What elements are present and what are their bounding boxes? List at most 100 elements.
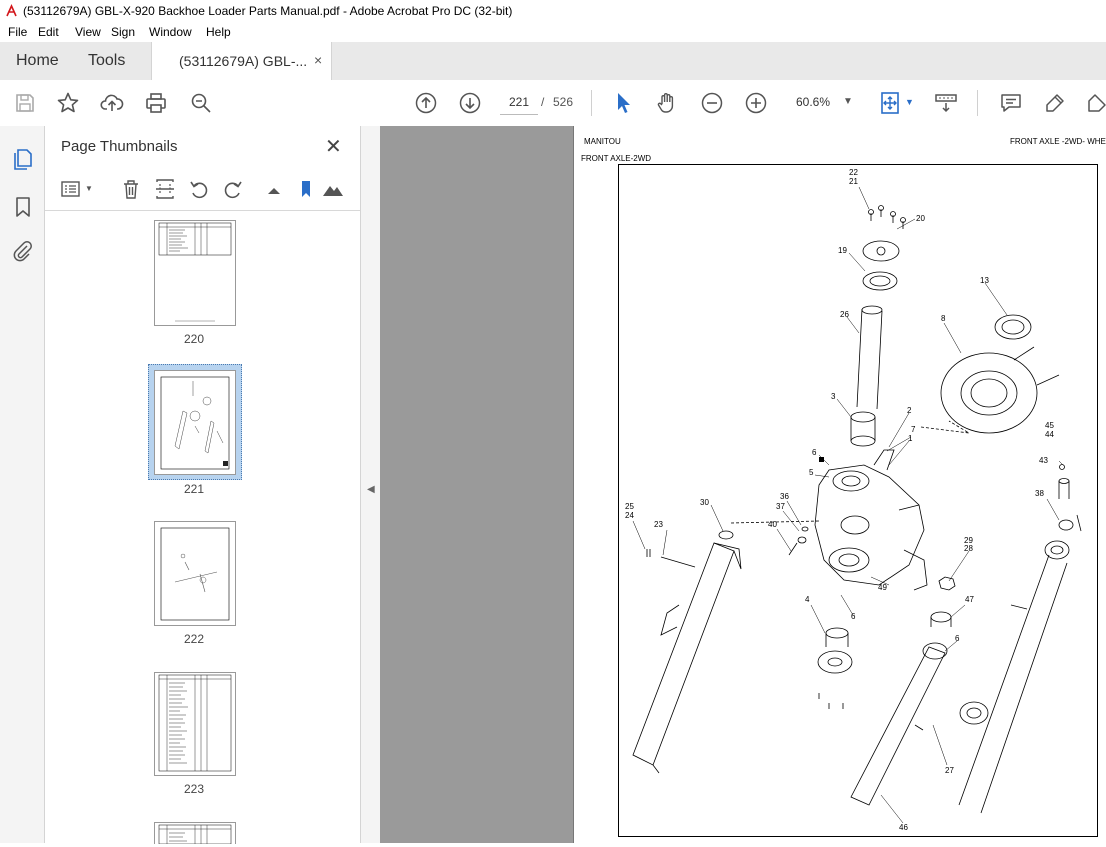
callout-label: 7 [911, 425, 916, 434]
callout-label: 26 [840, 310, 849, 319]
exploded-parts-diagram: 22 21 20 19 13 26 8 3 2 7 1 6 5 45 44 43… [625, 168, 1082, 832]
fit-page-icon[interactable] [879, 91, 903, 115]
callout-label: 49 [878, 583, 887, 592]
tab-close-icon[interactable]: × [314, 52, 322, 68]
rotate-right-icon[interactable] [222, 178, 244, 200]
zoom-search-icon[interactable] [189, 91, 213, 115]
smaller-thumbnails-icon[interactable] [263, 178, 285, 200]
page-total: 526 [553, 95, 574, 109]
callout-label: 43 [1039, 456, 1048, 465]
callout-label: 2 [907, 406, 912, 415]
collapse-panel-icon[interactable]: ◀ [367, 484, 375, 495]
thumbnail-page-221[interactable] [154, 370, 236, 475]
bookmarks-icon[interactable] [14, 196, 32, 218]
menu-bar: File Edit View Sign Window Help [0, 22, 1106, 42]
page-thumbnails-icon[interactable] [12, 148, 34, 170]
thumbnail-label: 221 [183, 482, 205, 496]
toolbar-divider [977, 90, 978, 116]
print-icon[interactable] [144, 91, 168, 115]
page-separator: / [541, 95, 545, 109]
page-down-icon[interactable] [458, 91, 482, 115]
thumbnail-page-223[interactable] [154, 672, 236, 776]
hand-icon[interactable] [655, 91, 679, 115]
thumbnail-page-220[interactable] [154, 220, 236, 326]
fit-page-chevron-icon[interactable]: ▼ [905, 97, 914, 107]
bookmark-flag-icon[interactable] [295, 178, 317, 200]
larger-thumbnails-icon[interactable] [322, 178, 344, 200]
page-number-input[interactable]: 221 [500, 90, 538, 115]
page-up-icon[interactable] [414, 91, 438, 115]
zoom-value: 60.6% [796, 95, 831, 109]
menu-view[interactable]: View [75, 25, 101, 39]
menu-file[interactable]: File [8, 25, 27, 39]
panel-splitter[interactable]: ◀ [360, 126, 381, 843]
toolbar-divider [591, 90, 592, 116]
panel-title: Page Thumbnails [61, 138, 178, 155]
tab-tools[interactable]: Tools [88, 52, 125, 70]
page-header-right: FRONT AXLE -2WD- WHE [1010, 137, 1106, 146]
zoom-in-icon[interactable] [744, 91, 768, 115]
thumbnail-page-222[interactable] [154, 521, 236, 626]
callout-label: 36 [780, 492, 789, 501]
select-cursor-icon[interactable] [612, 91, 636, 115]
callout-label: 4 [805, 595, 810, 604]
options-chevron-icon[interactable]: ▼ [85, 184, 93, 193]
tab-document[interactable]: (53112679A) GBL-... × [151, 42, 332, 80]
tab-document-label: (53112679A) GBL-... [179, 53, 308, 69]
save-icon[interactable] [13, 91, 37, 115]
attachments-paperclip-icon[interactable] [12, 240, 34, 262]
callout-label: 25 [625, 502, 634, 511]
page-header-left: MANITOU [584, 137, 621, 146]
drawing-frame: 22 21 20 19 13 26 8 3 2 7 1 6 5 45 44 43… [618, 164, 1098, 837]
comment-icon[interactable] [999, 91, 1023, 115]
callout-label: 3 [831, 392, 836, 401]
callout-label: 30 [700, 498, 709, 507]
menu-edit[interactable]: Edit [38, 25, 59, 39]
tab-home[interactable]: Home [16, 52, 59, 70]
callout-label: 1 [908, 434, 913, 443]
highlight-pen-icon[interactable] [1043, 91, 1067, 115]
rotate-left-icon[interactable] [188, 178, 210, 200]
menu-window[interactable]: Window [149, 25, 192, 39]
sign-pen-icon[interactable] [1085, 91, 1106, 115]
callout-label: 37 [776, 502, 785, 511]
title-bar: (53112679A) GBL-X-920 Backhoe Loader Par… [0, 0, 1106, 22]
page-221-preview [160, 376, 230, 470]
page-223-preview [158, 674, 232, 772]
chevron-down-icon: ▼ [843, 96, 853, 107]
menu-help[interactable]: Help [206, 25, 231, 39]
scroll-mode-icon[interactable] [934, 91, 958, 115]
page-thumbnails-panel: Page Thumbnails ✕ ▼ 220 221 222 223 [45, 126, 399, 845]
callout-label: 28 [964, 544, 973, 553]
page-220-preview [158, 222, 232, 322]
page-next-preview [158, 824, 232, 845]
callout-label: 40 [768, 520, 777, 529]
callout-label: 44 [1045, 430, 1054, 439]
thumbnail-label: 223 [183, 782, 205, 796]
window-title: (53112679A) GBL-X-920 Backhoe Loader Par… [23, 4, 513, 18]
options-menu-icon[interactable] [61, 178, 83, 200]
trash-icon[interactable] [120, 178, 142, 200]
callout-leaders [632, 186, 1064, 824]
page-222-preview [160, 527, 230, 621]
zoom-out-icon[interactable] [700, 91, 724, 115]
extract-pages-icon[interactable] [154, 178, 176, 200]
thumbnail-page-next[interactable] [154, 822, 236, 845]
zoom-select[interactable]: 60.6% ▼ [790, 90, 858, 114]
callout-label: 27 [945, 766, 954, 775]
thumbnail-label: 220 [183, 332, 205, 346]
navigation-rail [0, 126, 45, 843]
menu-sign[interactable]: Sign [111, 25, 135, 39]
callout-label: 23 [654, 520, 663, 529]
callout-label: 38 [1035, 489, 1044, 498]
callout-label: 6 [812, 448, 817, 457]
close-icon[interactable]: ✕ [325, 134, 342, 159]
callouts: 22 21 20 19 13 26 8 3 2 7 1 6 5 45 44 43… [625, 168, 1054, 832]
thumbnail-toolbar: ▼ [45, 170, 360, 211]
callout-label: 46 [899, 823, 908, 832]
upload-icon[interactable] [100, 91, 124, 115]
diagram-marker [819, 457, 824, 462]
toolbar: 221 / 526 60.6% ▼ ▼ [0, 80, 1106, 127]
bookmark-star-icon[interactable] [56, 91, 80, 115]
callout-label: 45 [1045, 421, 1054, 430]
